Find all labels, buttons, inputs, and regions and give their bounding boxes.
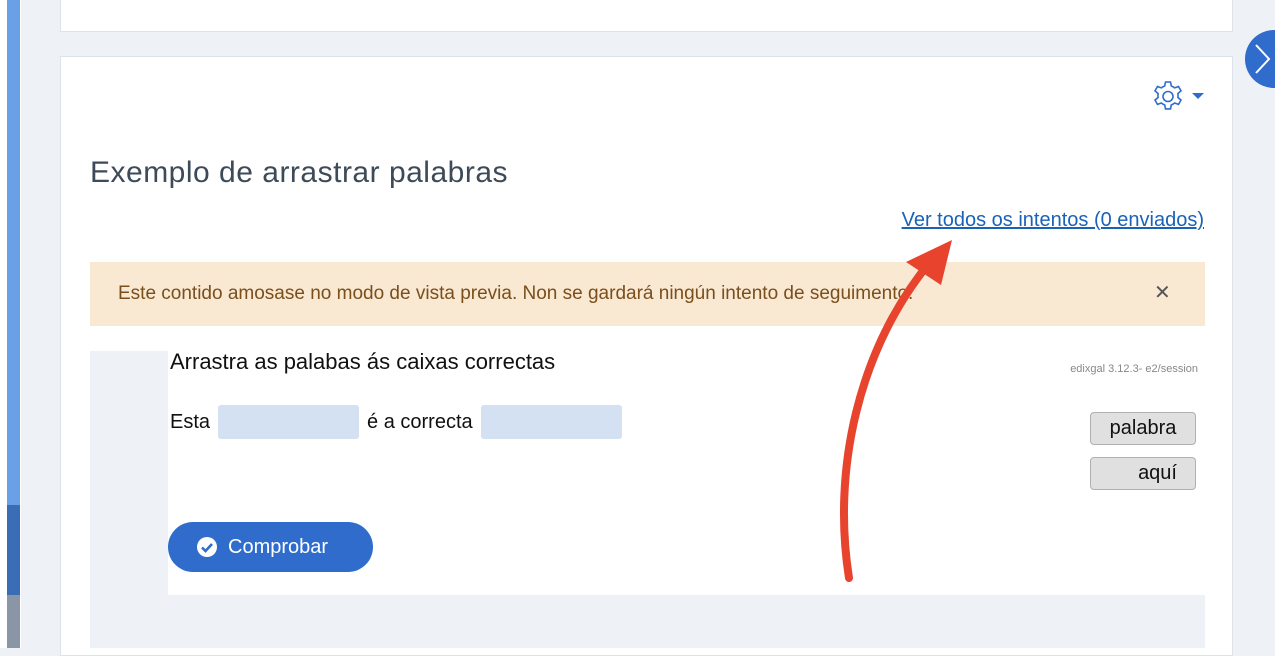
chevron-right-icon (1255, 44, 1271, 74)
activity-title: Arrastra as palabas ás caixas correctas (170, 349, 556, 374)
draggable-word[interactable]: aquí (1090, 457, 1196, 490)
check-button[interactable]: Comprobar (168, 522, 373, 572)
settings-menu[interactable] (1150, 78, 1204, 114)
version-label: edixgal 3.12.3- e2/session (1070, 363, 1198, 375)
drop-zone[interactable] (218, 405, 360, 439)
check-button-label: Comprobar (228, 535, 329, 558)
previous-card (60, 0, 1233, 32)
preview-notice: Este contido amosase no modo de vista pr… (90, 262, 1205, 326)
nav-strip-segment (7, 505, 20, 595)
drawer-toggle-button[interactable] (1245, 30, 1275, 88)
left-navigation-strip (0, 0, 21, 648)
draggable-word[interactable]: palabra (1090, 412, 1196, 445)
drop-zone[interactable] (480, 405, 622, 439)
gear-icon (1153, 81, 1183, 110)
page-title: Exemplo de arrastrar palabras (90, 156, 509, 189)
close-icon[interactable]: ✕ (1154, 283, 1171, 303)
sentence-text: é a correcta (367, 410, 473, 433)
view-all-attempts-link[interactable]: Ver todos os intentos (0 enviados) (902, 209, 1204, 232)
caret-down-icon (1192, 93, 1204, 99)
nav-strip-segment (7, 595, 20, 648)
notice-text: Este contido amosase no modo de vista pr… (118, 283, 914, 304)
nav-strip-segment (7, 0, 20, 505)
sentence: Esta é a correcta (170, 405, 630, 439)
check-circle-icon (197, 537, 217, 557)
sentence-text: Esta (170, 410, 211, 433)
